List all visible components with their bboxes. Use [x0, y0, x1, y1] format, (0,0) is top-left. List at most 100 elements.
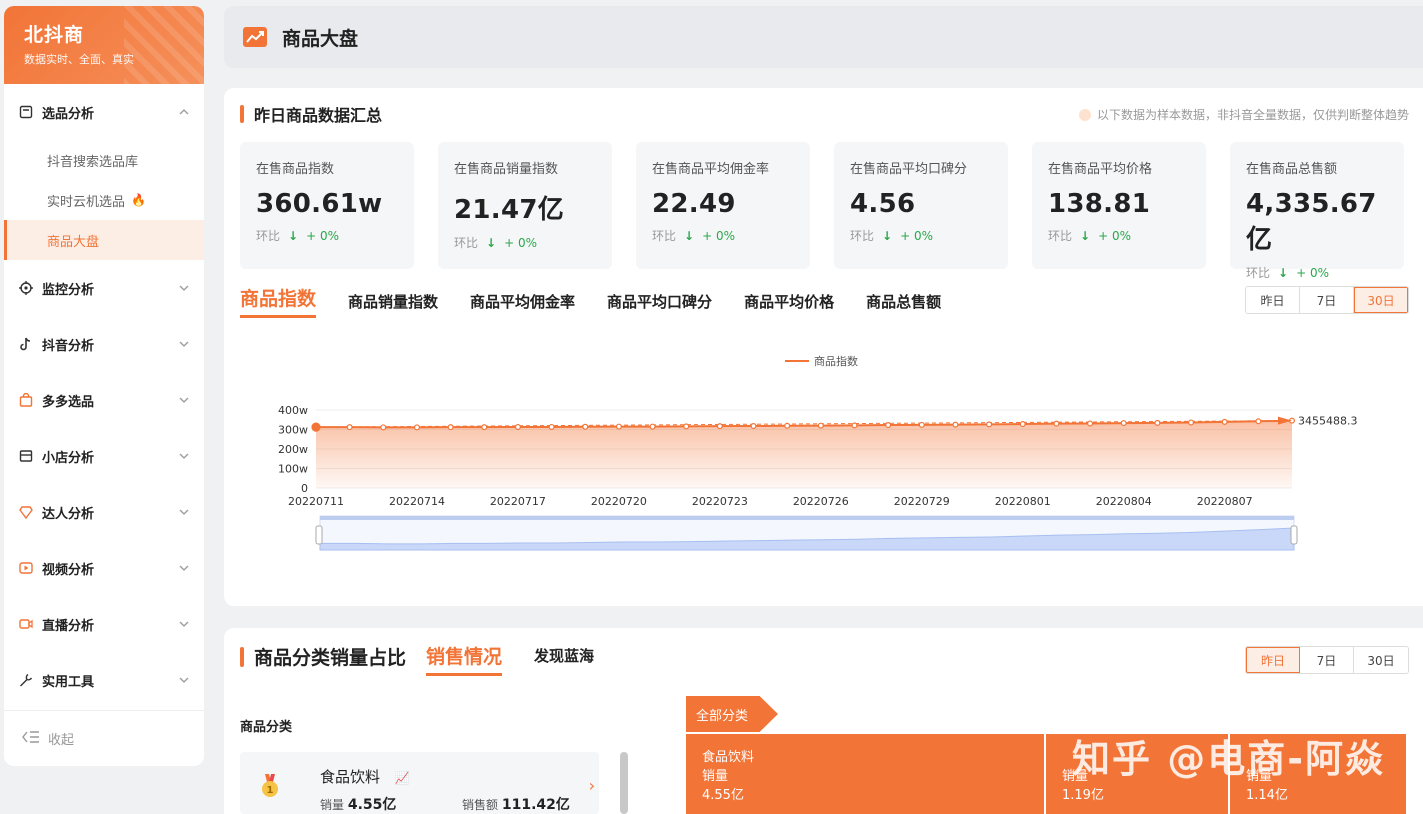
datazoom-handle-right[interactable] [1290, 525, 1298, 545]
tab-sales-index[interactable]: 商品销量指数 [348, 291, 438, 318]
data-point[interactable] [346, 424, 353, 431]
data-point[interactable] [885, 422, 892, 429]
datazoom-top-bar [320, 516, 1294, 520]
datazoom-handle-left[interactable] [315, 525, 323, 545]
nav-item-label: 监控分析 [42, 282, 95, 298]
sidebar-item-douyin-search-library[interactable]: 抖音搜索选品库 [4, 140, 204, 180]
notice-text: 以下数据为样本数据，非抖音全量数据，仅供判断整体趋势 [1096, 108, 1409, 122]
compare-label: 环比 [256, 229, 281, 243]
nav-item-label: 多多选品 [42, 394, 95, 410]
change-percent: + 0% [504, 235, 537, 250]
category-date-range-selector: 昨日 7日 30日 [1245, 646, 1409, 674]
range-7d-button[interactable]: 7日 [1300, 287, 1354, 313]
chevron-down-icon [179, 565, 189, 571]
range-yesterday-button[interactable]: 昨日 [1246, 287, 1300, 313]
data-point[interactable] [851, 422, 858, 429]
data-point[interactable] [1188, 419, 1195, 426]
range-yesterday-button[interactable]: 昨日 [1246, 647, 1300, 673]
tab-sales-situation[interactable]: 销售情况 [426, 642, 503, 676]
summary-cards: 在售商品指数 360.61w 环比 ↓ + 0% 在售商品销量指数 21.47亿 环… [240, 142, 1404, 280]
tab-discover-blue-ocean[interactable]: 发现蓝海 [534, 645, 594, 676]
chevron-right-icon[interactable]: › [589, 776, 595, 795]
data-point[interactable] [311, 422, 321, 432]
data-point[interactable] [447, 424, 454, 431]
nav-item-live-analysis[interactable]: 直播分析 [4, 596, 204, 652]
summary-panel: 昨日商品数据汇总 以下数据为样本数据，非抖音全量数据，仅供判断整体趋势 在售商品… [224, 88, 1423, 606]
sidebar: 北抖商 数据实时、全面、真实 选品分析 抖音搜索选品库 实时云机选品 🔥 商品大… [4, 6, 204, 766]
nav-item-influencer-analysis[interactable]: 达人分析 [4, 484, 204, 540]
data-point[interactable] [380, 424, 387, 431]
tab-total-sales[interactable]: 商品总售额 [866, 291, 941, 318]
sidebar-item-product-market[interactable]: 商品大盘 [4, 220, 204, 260]
data-point[interactable] [952, 421, 959, 428]
data-point[interactable] [1154, 419, 1161, 426]
video-play-icon [18, 560, 34, 576]
live-camera-icon [18, 616, 34, 632]
tab-commission-rate[interactable]: 商品平均佣金率 [470, 291, 575, 318]
data-point[interactable] [918, 421, 925, 428]
nav-item-tools[interactable]: 实用工具 [4, 652, 204, 708]
data-point[interactable] [817, 422, 824, 429]
summary-section-title: 昨日商品数据汇总 [240, 102, 382, 126]
data-point[interactable] [784, 422, 791, 429]
arrow-down-icon: ↓ [486, 235, 497, 250]
chevron-down-icon [179, 397, 189, 403]
data-point[interactable] [986, 421, 993, 428]
chevron-down-icon [179, 285, 189, 291]
data-point[interactable] [1221, 418, 1228, 425]
chart-legend[interactable]: 商品指数 [785, 354, 858, 368]
page-header: 商品大盘 [224, 6, 1423, 68]
data-point[interactable] [1019, 421, 1026, 428]
data-point[interactable] [481, 424, 488, 431]
section-accent-bar [240, 646, 244, 667]
change-percent: + 0% [900, 228, 933, 243]
data-point[interactable] [1255, 418, 1262, 425]
treemap-breadcrumb[interactable]: 全部分类 [686, 696, 778, 732]
brand-header[interactable]: 北抖商 数据实时、全面、真实 [4, 6, 204, 84]
stat-label: 在售商品销量指数 [454, 162, 559, 177]
range-7d-button[interactable]: 7日 [1300, 647, 1354, 673]
zhihu-watermark: 知乎 @电商-阿焱 [1071, 737, 1385, 781]
nav-item-monitoring[interactable]: 监控分析 [4, 260, 204, 316]
data-point[interactable] [413, 424, 420, 431]
data-point[interactable] [1120, 420, 1127, 427]
datazoom-slider[interactable] [315, 515, 1298, 551]
nav-item-video-analysis[interactable]: 视频分析 [4, 540, 204, 596]
data-point[interactable] [683, 423, 690, 430]
legend-label: 商品指数 [814, 354, 858, 368]
data-point[interactable] [1087, 420, 1094, 427]
data-point[interactable] [1053, 420, 1060, 427]
chevron-down-icon [179, 677, 189, 683]
y-tick-label: 400w [278, 404, 308, 417]
treemap-cell-metric: 销量 [702, 769, 729, 784]
data-point[interactable] [649, 423, 656, 430]
tab-product-index[interactable]: 商品指数 [240, 284, 317, 318]
category-list-item[interactable]: 1 食品饮料 📈 销量 4.55亿 销售额 111.42亿 › [240, 752, 599, 814]
data-point[interactable] [548, 423, 555, 430]
arrow-down-icon: ↓ [1080, 228, 1091, 243]
treemap-cell-name: 食品饮料 [702, 750, 755, 765]
stat-card-product-index: 在售商品指数 360.61w 环比 ↓ + 0% [240, 142, 414, 269]
tab-avg-price[interactable]: 商品平均价格 [744, 291, 834, 318]
sidebar-item-realtime-cloud-selection[interactable]: 实时云机选品 🔥 [4, 180, 204, 220]
data-point[interactable] [582, 423, 589, 430]
data-point[interactable] [514, 423, 521, 430]
data-point[interactable] [716, 423, 723, 430]
category-list-scrollbar[interactable] [620, 752, 628, 814]
brand-logo-text: 北抖商 [24, 24, 85, 46]
range-30d-button[interactable]: 30日 [1354, 287, 1408, 313]
page-title: 商品大盘 [282, 27, 359, 50]
nav-item-douyin-analysis[interactable]: 抖音分析 [4, 316, 204, 372]
range-30d-button[interactable]: 30日 [1354, 647, 1408, 673]
data-point[interactable] [615, 423, 622, 430]
nav-item-duoduo-selection[interactable]: 多多选品 [4, 372, 204, 428]
tab-rating[interactable]: 商品平均口碑分 [607, 291, 712, 318]
treemap-cell[interactable]: 食品饮料 销量 4.55亿 [686, 734, 1046, 814]
nav-item-product-selection[interactable]: 选品分析 [4, 84, 204, 140]
sidebar-collapse-button[interactable]: 收起 [4, 710, 204, 766]
chevron-down-icon [179, 621, 189, 627]
svg-text:1: 1 [267, 785, 274, 796]
nav-item-store-analysis[interactable]: 小店分析 [4, 428, 204, 484]
data-point[interactable] [750, 422, 757, 429]
trend-icon[interactable]: 📈 [395, 771, 410, 785]
